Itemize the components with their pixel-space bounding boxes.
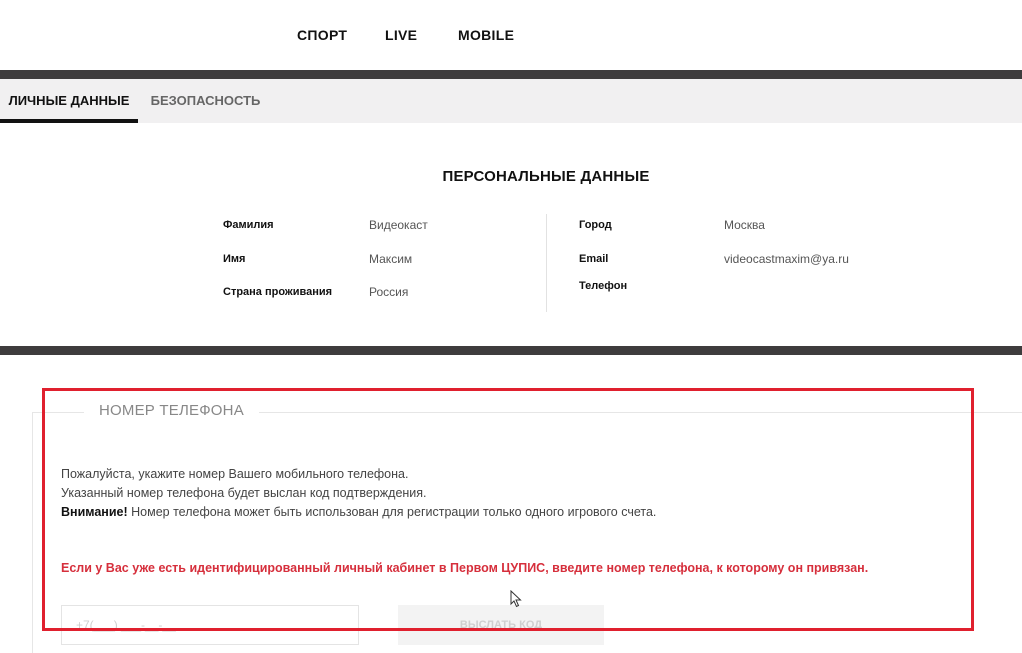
tab-security[interactable]: БЕЗОПАСНОСТЬ [148, 79, 263, 123]
phone-section-title: НОМЕР ТЕЛЕФОНА [84, 402, 259, 419]
email-label: Email [579, 253, 609, 265]
send-code-button[interactable]: ВЫСЛАТЬ КОД [398, 605, 604, 645]
surname-label: Фамилия [223, 219, 274, 231]
warning-label: Внимание! [61, 505, 128, 519]
phone-instruction-line2: Указанный номер телефона будет выслан ко… [61, 486, 427, 500]
name-value: Максим [369, 252, 413, 266]
email-value: videocastmaxim@ya.ru [724, 252, 849, 266]
name-label: Имя [223, 253, 246, 265]
mouse-cursor-icon [510, 590, 522, 608]
city-label: Город [579, 219, 612, 231]
country-label: Страна проживания [223, 286, 333, 298]
profile-tabs: ЛИЧНЫЕ ДАННЫЕ БЕЗОПАСНОСТЬ [0, 79, 1022, 123]
top-nav: СПОРТ LIVE MOBILE [0, 0, 1022, 70]
tab-personal-data[interactable]: ЛИЧНЫЕ ДАННЫЕ [0, 79, 138, 123]
country-value: Россия [369, 285, 409, 299]
nav-live[interactable]: LIVE [385, 27, 417, 43]
personal-data-divider [546, 214, 547, 312]
phone-input[interactable] [61, 605, 359, 645]
nav-mobile[interactable]: MOBILE [458, 27, 514, 43]
section-divider-bar [0, 346, 1022, 355]
surname-value: Видеокаст [369, 218, 428, 232]
cupis-alert: Если у Вас уже есть идентифицированный л… [61, 561, 869, 575]
top-divider-bar [0, 70, 1022, 79]
phone-warning: Внимание! Номер телефона может быть испо… [61, 505, 656, 519]
nav-sport[interactable]: СПОРТ [297, 27, 347, 43]
warning-text: Номер телефона может быть использован дл… [127, 505, 657, 519]
phone-label: Телефон [579, 280, 628, 292]
city-value: Москва [724, 218, 765, 232]
personal-data-title: ПЕРСОНАЛЬНЫЕ ДАННЫЕ [442, 168, 650, 185]
phone-instruction-line1: Пожалуйста, укажите номер Вашего мобильн… [61, 467, 409, 481]
